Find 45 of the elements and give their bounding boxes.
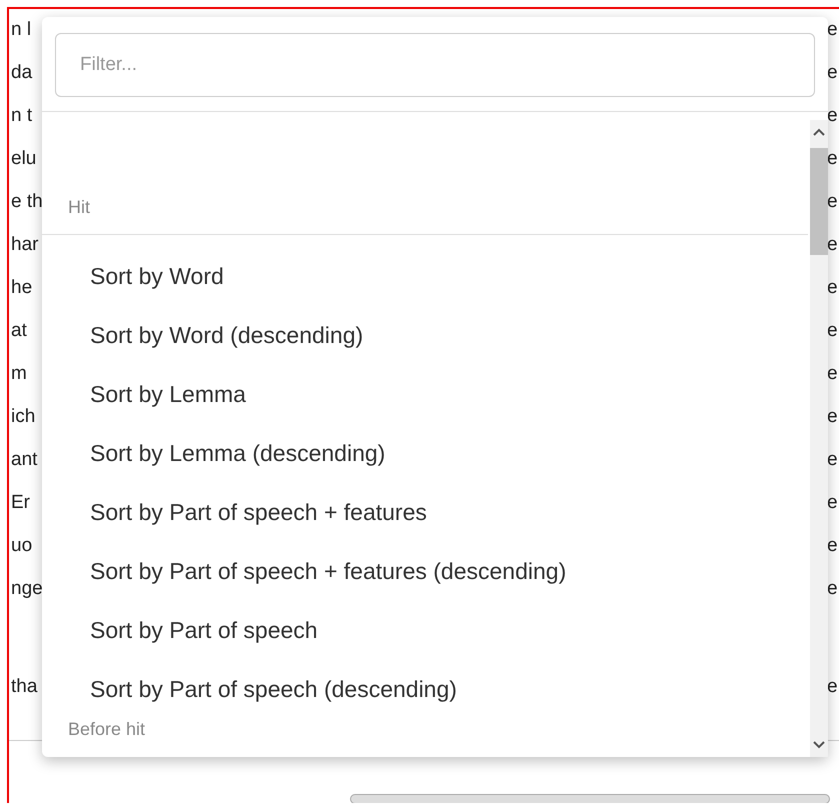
text-fragment: da: [11, 61, 34, 86]
text-fragment: har: [11, 233, 40, 258]
menu-item[interactable]: Sort by Lemma (descending): [42, 424, 808, 483]
text-fragment: e: [827, 147, 839, 172]
text-fragment: e: [827, 362, 839, 386]
text-fragment: elu: [11, 147, 38, 172]
text-fragment: e: [827, 675, 839, 700]
text-fragment: e: [827, 190, 839, 214]
text-fragment: e: [827, 18, 839, 42]
scrollbar-thumb[interactable]: [810, 148, 828, 255]
text-fragment: uo: [11, 534, 34, 558]
menu-item[interactable]: Sort by Lemma: [42, 365, 808, 424]
scroll-down-icon[interactable]: [813, 741, 825, 749]
text-fragment: e: [827, 405, 839, 430]
text-fragment: n l: [11, 18, 32, 42]
scroll-up-icon[interactable]: [813, 128, 825, 136]
menu-item[interactable]: Sort by Word (descending): [42, 306, 808, 365]
menu-item[interactable]: Sort by Part of speech: [42, 601, 808, 660]
menu-item[interactable]: Sort by Part of speech (descending): [42, 660, 808, 719]
text-fragment: tha: [11, 675, 38, 700]
text-fragment: e: [827, 577, 839, 602]
menu-item[interactable]: Sort by Part of speech + features (descending): [42, 542, 808, 601]
menu-item[interactable]: Sort by Word: [42, 247, 808, 306]
text-fragment: m: [11, 362, 28, 386]
text-fragment: e th: [11, 190, 44, 214]
text-fragment: e: [827, 61, 839, 86]
menu-item[interactable]: Sort by Part of speech + features: [42, 483, 808, 542]
text-fragment: e: [827, 448, 839, 472]
text-fragment: at: [11, 319, 28, 344]
text-fragment: e: [827, 104, 839, 128]
text-fragment: ich: [11, 405, 36, 430]
text-fragment: e: [827, 491, 839, 516]
text-fragment: e: [827, 319, 839, 344]
text-fragment: n t: [11, 104, 34, 128]
group-header: Hit: [68, 197, 90, 217]
group-header: Before hit: [68, 719, 146, 739]
scrollbar[interactable]: [810, 120, 828, 757]
text-fragment: ant: [11, 448, 38, 472]
text-fragment: nge: [11, 577, 44, 602]
filter-field[interactable]: Filter...: [55, 33, 815, 97]
text-fragment: Er: [11, 491, 31, 516]
text-fragment: he: [11, 276, 34, 300]
text-fragment: e: [827, 276, 839, 300]
text-fragment: e: [827, 233, 839, 258]
text-fragment: e: [827, 534, 839, 558]
